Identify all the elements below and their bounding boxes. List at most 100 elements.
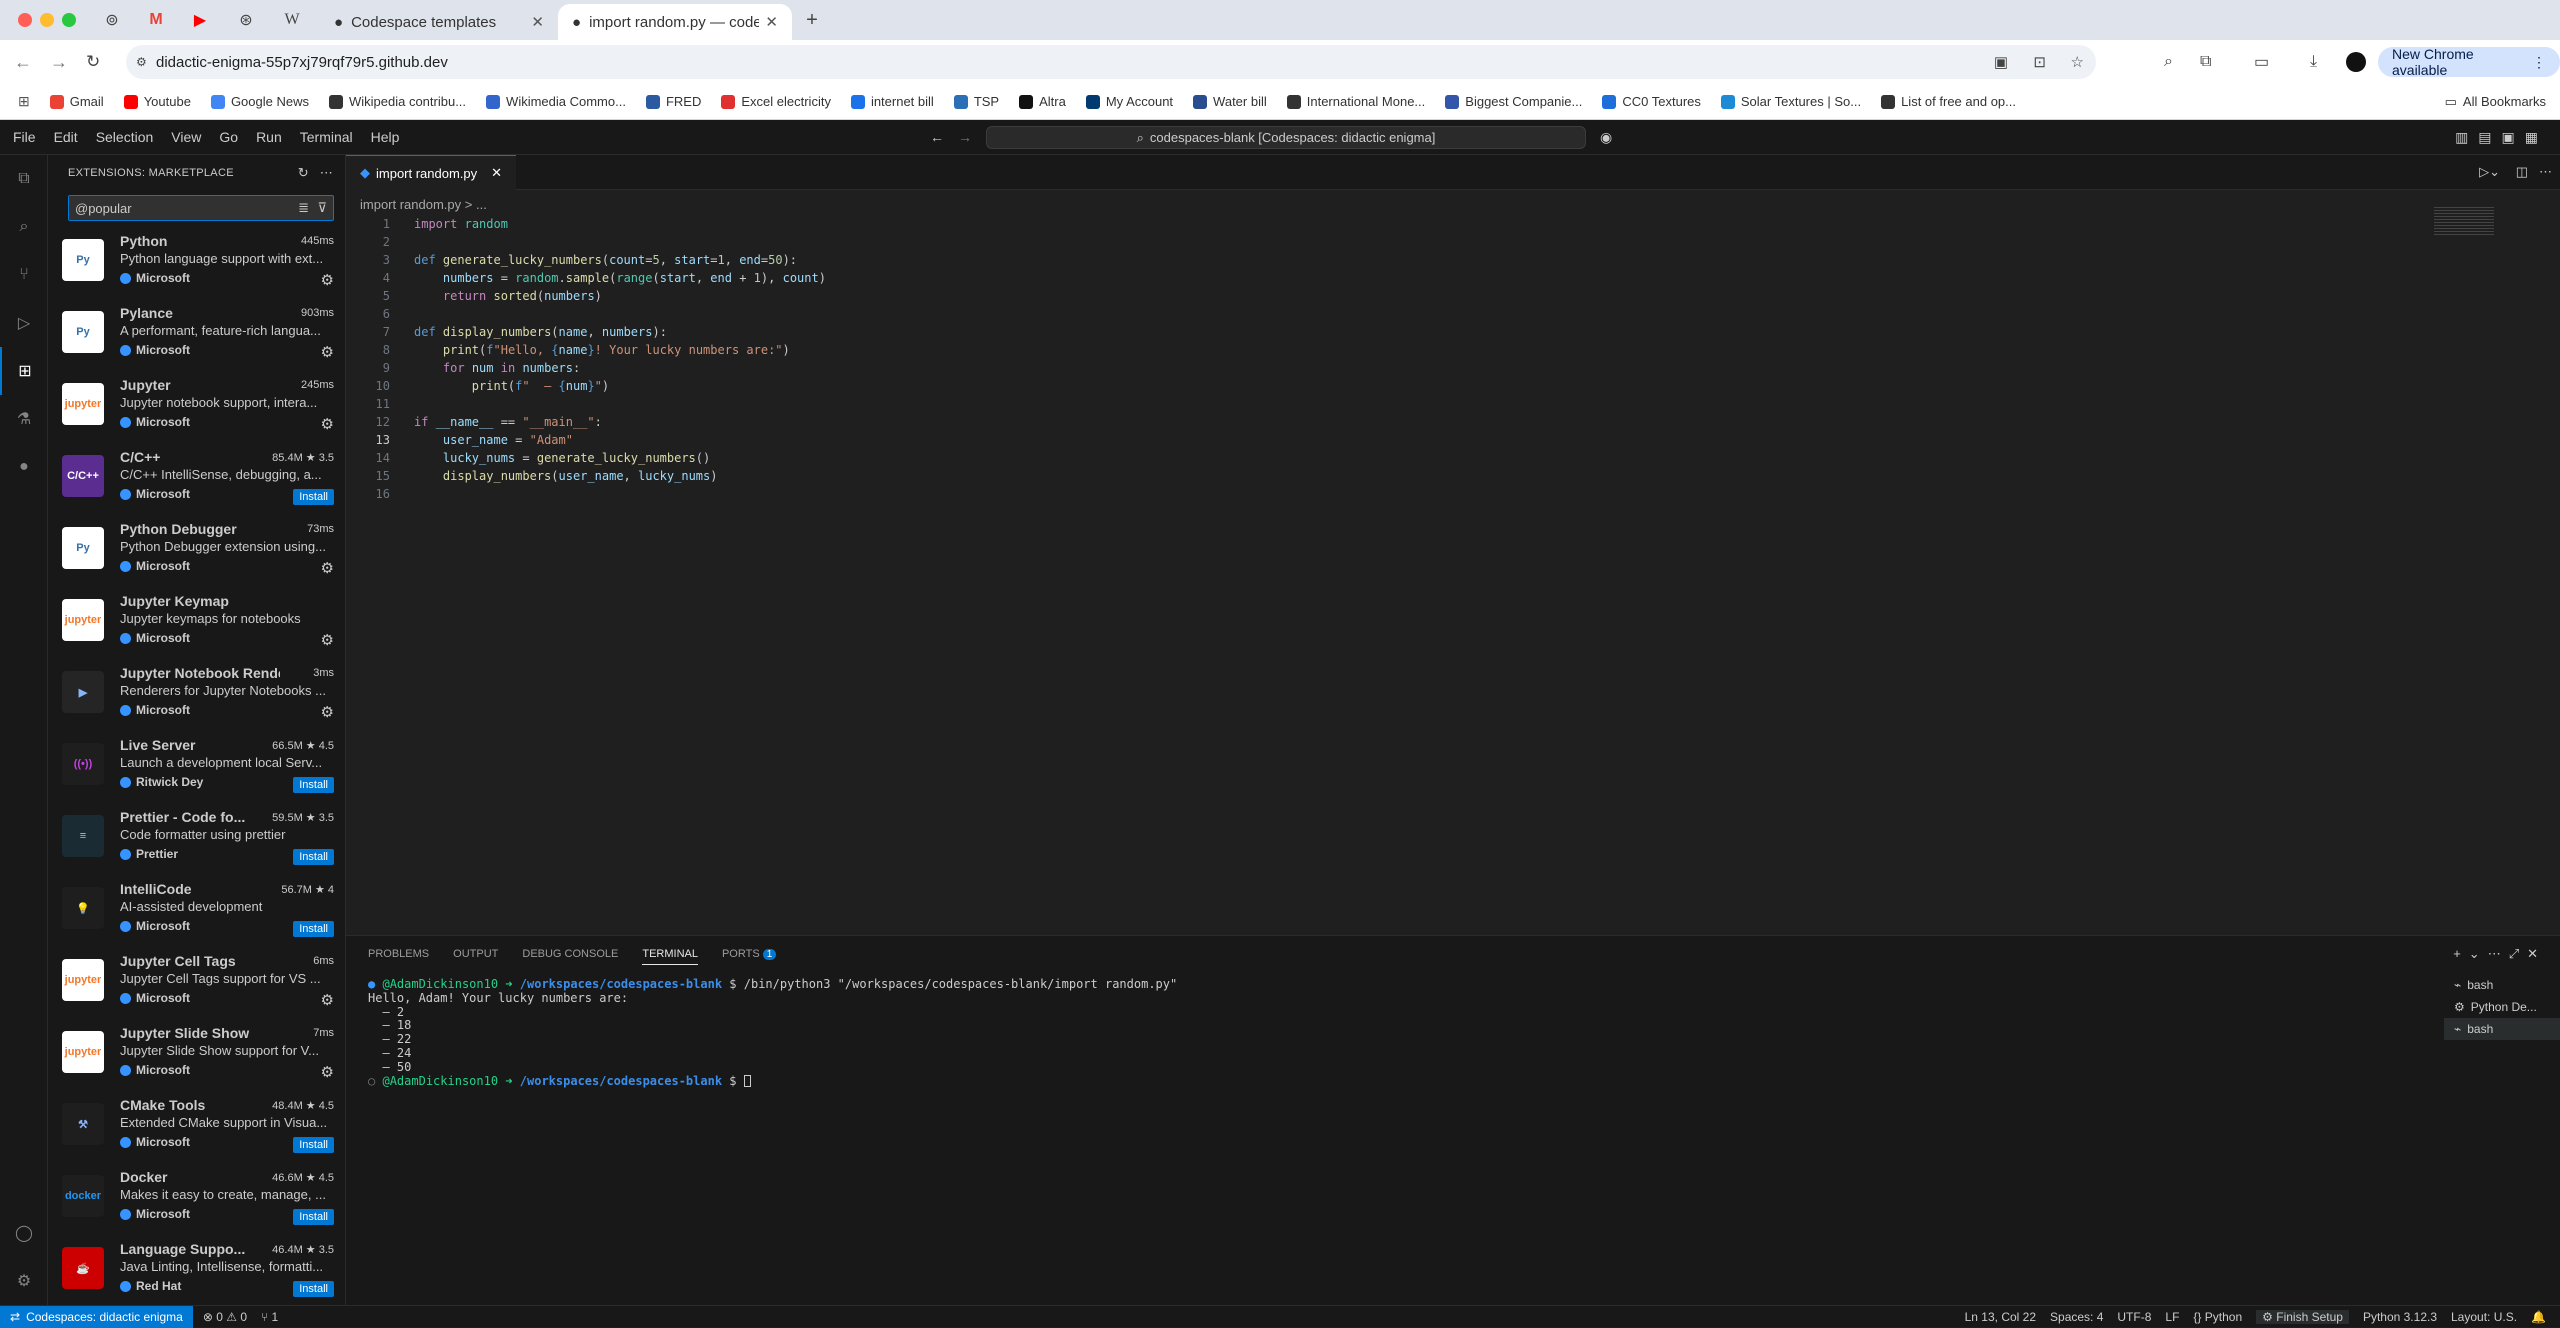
encoding[interactable]: UTF-8 [2117, 1310, 2151, 1324]
bookmark-item[interactable]: International Mone... [1286, 94, 1425, 109]
pinned-tab-1[interactable]: ⊚ [92, 8, 132, 32]
zoom-icon[interactable]: ⌕ [2164, 53, 2173, 71]
close-tab-icon[interactable]: ✕ [531, 13, 544, 31]
cursor-position[interactable]: Ln 13, Col 22 [1965, 1310, 2036, 1324]
bookmark-item[interactable]: My Account [1085, 94, 1173, 109]
address-bar[interactable]: ⚙ didactic-enigma-55p7xj79rqf79r5.github… [126, 45, 2096, 79]
manage-gear-icon[interactable]: ⚙ [321, 631, 334, 649]
all-bookmarks[interactable]: ▭ All Bookmarks [2445, 94, 2546, 110]
terminal-item-bash-active[interactable]: ⌁ bash [2444, 1018, 2560, 1040]
bookmark-item[interactable]: Gmail [49, 94, 104, 109]
python-interpreter[interactable]: Python 3.12.3 [2363, 1310, 2437, 1324]
manage-gear-icon[interactable]: ⚙ [321, 271, 334, 289]
bookmark-item[interactable]: Biggest Companie... [1445, 94, 1582, 109]
extension-item[interactable]: C/C++ C/C++ 85.4M ★ 3.5 C/C++ IntelliSense,… [48, 441, 346, 513]
extensions-icon[interactable]: ⧉ [2200, 53, 2211, 71]
bookmark-item[interactable]: CC0 Textures [1602, 94, 1701, 109]
install-button[interactable]: Install [293, 489, 334, 505]
pinned-tab-gmail[interactable]: M [136, 8, 176, 32]
bookmark-star-icon[interactable]: ☆ [2071, 53, 2084, 71]
filter-icon[interactable]: ⊽ [317, 200, 327, 216]
terminal-output[interactable]: ● @AdamDickinson10 ➜ /workspaces/codespa… [368, 977, 1177, 1088]
back-icon[interactable]: ← [14, 52, 32, 73]
extension-item[interactable]: jupyter Jupyter Cell Tags 6ms Jupyter Cell … [48, 945, 346, 1017]
menu-file[interactable]: File [4, 129, 45, 145]
pinned-tab-wikipedia[interactable]: W [272, 8, 312, 32]
notifications-icon[interactable]: 🔔 [2531, 1310, 2546, 1324]
editor-tab-import-random[interactable]: ◆ import random.py ✕ [346, 155, 516, 190]
install-button[interactable]: Install [293, 1209, 334, 1225]
extension-item[interactable]: ≡ Prettier - Code fo... 59.5M ★ 3.5 Code fo… [48, 801, 346, 873]
ports-indicator[interactable]: ⑂ 1 [261, 1310, 278, 1324]
bookmark-item[interactable]: Youtube [123, 94, 191, 109]
end-of-line[interactable]: LF [2165, 1310, 2179, 1324]
account-icon[interactable]: ◯ [0, 1209, 48, 1257]
extension-item[interactable]: Py Python Debugger 73ms Python Debugger ext… [48, 513, 346, 585]
manage-gear-icon[interactable]: ⚙ [0, 1257, 48, 1305]
editor-more-icon[interactable]: ⋯ [2539, 164, 2552, 180]
tab-search-icon[interactable]: ▣ [1994, 53, 2008, 71]
manage-gear-icon[interactable]: ⚙ [321, 415, 334, 433]
bookmark-item[interactable]: Excel electricity [721, 94, 831, 109]
menu-help[interactable]: Help [362, 129, 409, 145]
extension-item[interactable]: jupyter Jupyter 245ms Jupyter notebook supp… [48, 369, 346, 441]
minimap[interactable] [2434, 207, 2494, 237]
layout-toggle-icons[interactable]: ▥▤▣▦ [2455, 129, 2548, 146]
maximize-window-button[interactable] [62, 13, 76, 27]
forward-icon[interactable]: → [50, 52, 68, 73]
indentation[interactable]: Spaces: 4 [2050, 1310, 2103, 1324]
profile-avatar[interactable] [2346, 52, 2366, 72]
terminal-item-python-debugger[interactable]: ⚙ Python De... [2444, 996, 2560, 1018]
breadcrumb[interactable]: import random.py > ... [360, 197, 487, 212]
bookmark-item[interactable]: TSP [953, 94, 999, 109]
tab-codespace-templates[interactable]: ● Codespace templates ✕ [320, 4, 558, 40]
keyboard-layout[interactable]: Layout: U.S. [2451, 1310, 2517, 1324]
testing-icon[interactable]: ⚗ [0, 395, 48, 443]
minimize-window-button[interactable] [40, 13, 54, 27]
extension-item[interactable]: 💡 IntelliCode 56.7M ★ 4 AI-assisted develop… [48, 873, 346, 945]
run-debug-icon[interactable]: ▷ [0, 299, 48, 347]
tab-terminal[interactable]: TERMINAL [642, 948, 698, 965]
reload-icon[interactable]: ↻ [86, 52, 100, 72]
close-tab-icon[interactable]: ✕ [765, 13, 778, 31]
menu-view[interactable]: View [162, 129, 210, 145]
copilot-icon[interactable]: ◉ [1600, 129, 1612, 146]
menu-selection[interactable]: Selection [87, 129, 163, 145]
install-app-icon[interactable]: ⊡ [2033, 53, 2046, 71]
extension-search-input[interactable]: @popular ≣ ⊽ [68, 195, 334, 221]
pinned-tab-3[interactable]: ⊛ [226, 8, 266, 32]
menu-go[interactable]: Go [210, 129, 247, 145]
extensions-icon[interactable]: ⊞ [0, 347, 48, 395]
explorer-icon[interactable]: ⧉ [0, 155, 48, 203]
remote-indicator[interactable]: ⇄ Codespaces: didactic enigma [0, 1305, 193, 1328]
install-button[interactable]: Install [293, 921, 334, 937]
pinned-tab-youtube[interactable]: ▶ [180, 8, 220, 32]
problems-indicator[interactable]: ⊗ 0 ⚠ 0 [203, 1310, 247, 1324]
extension-item[interactable]: ☕ Language Suppo... 46.4M ★ 3.5 Java Lintin… [48, 1233, 346, 1305]
extension-item[interactable]: Py Pylance 903ms A performant, feature-rich… [48, 297, 346, 369]
manage-gear-icon[interactable]: ⚙ [321, 1063, 334, 1081]
nav-forward-icon[interactable]: → [958, 129, 972, 145]
menu-run[interactable]: Run [247, 129, 291, 145]
apps-grid-icon[interactable]: ⊞ [18, 93, 30, 110]
manage-gear-icon[interactable]: ⚙ [321, 559, 334, 577]
menu-edit[interactable]: Edit [45, 129, 87, 145]
close-window-button[interactable] [18, 13, 32, 27]
install-button[interactable]: Install [293, 849, 334, 865]
tab-import-random[interactable]: ● import random.py — codespa ✕ [558, 4, 792, 40]
bookmark-item[interactable]: Solar Textures | So... [1720, 94, 1861, 109]
bookmark-item[interactable]: Wikimedia Commo... [486, 94, 626, 109]
bookmark-item[interactable]: internet bill [850, 94, 934, 109]
tab-debug-console[interactable]: DEBUG CONSOLE [522, 948, 618, 965]
extension-item[interactable]: Py Python 445ms Python language support wit… [48, 225, 346, 297]
bookmark-item[interactable]: FRED [645, 94, 701, 109]
install-button[interactable]: Install [293, 1281, 334, 1297]
bookmark-item[interactable]: Wikipedia contribu... [328, 94, 466, 109]
close-editor-icon[interactable]: ✕ [491, 165, 502, 181]
refresh-icon[interactable]: ↻ [298, 165, 309, 181]
manage-gear-icon[interactable]: ⚙ [321, 343, 334, 361]
finish-setup[interactable]: ⚙ Finish Setup [2256, 1309, 2349, 1324]
extension-item[interactable]: jupyter Jupyter Slide Show 7ms Jupyter Slid… [48, 1017, 346, 1089]
install-button[interactable]: Install [293, 1137, 334, 1153]
site-info-icon[interactable]: ⚙ [136, 55, 147, 69]
